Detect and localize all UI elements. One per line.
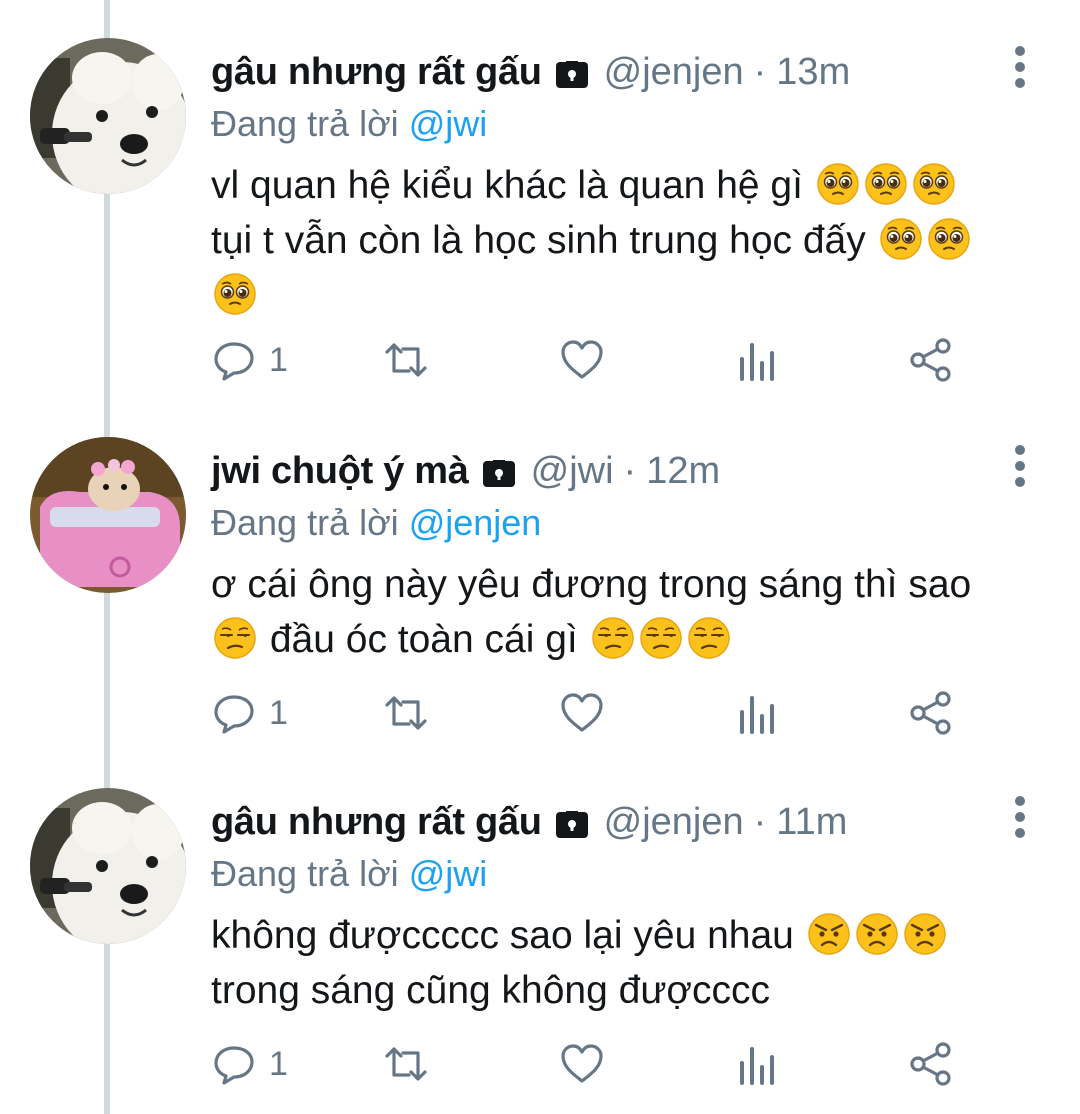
replying-to: Đang trả lời @jwi	[211, 850, 1040, 898]
author-handle[interactable]: @jwi	[531, 450, 614, 493]
angry-face-emoji	[807, 912, 851, 956]
separator-dot: ·	[753, 50, 767, 93]
reply-button[interactable]: 1	[211, 683, 288, 743]
action-bar: 1	[211, 683, 971, 743]
pleading-face-emoji	[864, 162, 908, 206]
pleading-face-emoji	[927, 217, 971, 261]
angry-face-emoji	[855, 912, 899, 956]
share-icon	[910, 1042, 951, 1086]
tweet-text-line-1: ơ cái ông này yêu đương trong sáng thì s…	[211, 563, 972, 606]
pleading-face-emoji	[816, 162, 860, 206]
separator-dot: ·	[753, 800, 767, 843]
tweet-text-line-2: đầu óc toàn cái gì	[269, 618, 578, 661]
tweet-text-line-1: không đượccccc sao lại yêu nhau	[211, 914, 794, 957]
avatar-dog[interactable]	[30, 38, 186, 194]
unamused-face-emoji	[591, 616, 635, 660]
author-handle[interactable]: @jenjen	[604, 801, 744, 844]
share-button[interactable]	[908, 1034, 954, 1094]
tweet-text: không đượccccc sao lại yêu nhau trong sá…	[211, 908, 1040, 1018]
replying-to-mention[interactable]: @jwi	[409, 853, 488, 894]
replying-to-label: Đang trả lời	[211, 502, 399, 543]
retweet-button[interactable]	[383, 1034, 429, 1094]
replying-to: Đang trả lời @jenjen	[211, 499, 1040, 547]
tweet-text-line-2: tụi t vẫn còn là học sinh trung học đấy	[211, 219, 866, 262]
author-name[interactable]: jwi chuột ý mà	[211, 450, 469, 493]
more-options-icon[interactable]	[1000, 44, 1040, 90]
analytics-button[interactable]	[735, 1034, 781, 1094]
retweet-button[interactable]	[383, 683, 429, 743]
like-button[interactable]	[559, 1034, 605, 1094]
reply-button[interactable]: 1	[211, 1034, 288, 1094]
replying-to: Đang trả lời @jwi	[211, 100, 1040, 148]
author-name[interactable]: gâu nhưng rất gấu	[211, 801, 542, 844]
pleading-face-emoji	[912, 162, 956, 206]
share-button[interactable]	[908, 683, 954, 743]
reply-count: 1	[269, 340, 288, 379]
like-icon	[561, 693, 603, 732]
retweet-icon	[385, 696, 427, 730]
pleading-face-emoji	[213, 272, 257, 316]
tweet-text: vl quan hệ kiểu khác là quan hệ gì tụi t…	[211, 158, 1040, 323]
like-button[interactable]	[559, 330, 605, 390]
author-name[interactable]: gâu nhưng rất gấu	[211, 51, 542, 94]
analytics-icon	[740, 343, 774, 381]
retweet-icon	[385, 1047, 427, 1081]
analytics-icon	[740, 1047, 774, 1085]
lock-icon	[552, 802, 592, 842]
lock-icon	[479, 451, 519, 491]
avatar-dog[interactable]	[30, 788, 186, 944]
pleading-face-emoji	[879, 217, 923, 261]
tweet-text: ơ cái ông này yêu đương trong sáng thì s…	[211, 557, 1040, 667]
more-options-icon[interactable]	[1000, 794, 1040, 840]
timestamp[interactable]: 12m	[646, 450, 720, 493]
analytics-button[interactable]	[735, 683, 781, 743]
reply-count: 1	[269, 693, 288, 732]
unamused-face-emoji	[687, 616, 731, 660]
replying-to-label: Đang trả lời	[211, 853, 399, 894]
tweet-text-line-1: vl quan hệ kiểu khác là quan hệ gì	[211, 164, 803, 207]
share-icon	[910, 338, 951, 382]
lock-icon	[552, 52, 592, 92]
timestamp[interactable]: 11m	[776, 801, 847, 844]
like-icon	[561, 340, 603, 379]
angry-face-emoji	[903, 912, 947, 956]
analytics-button[interactable]	[735, 330, 781, 390]
tweet-text-line-2: trong sáng cũng không đượcccc	[211, 969, 771, 1012]
timestamp[interactable]: 13m	[776, 51, 850, 94]
retweet-icon	[385, 343, 427, 377]
unamused-face-emoji	[213, 616, 257, 660]
share-icon	[910, 691, 951, 735]
more-options-icon[interactable]	[1000, 443, 1040, 489]
like-button[interactable]	[559, 683, 605, 743]
reply-icon	[214, 695, 254, 734]
author-handle[interactable]: @jenjen	[604, 51, 744, 94]
action-bar: 1	[211, 1034, 971, 1094]
reply-button[interactable]: 1	[211, 330, 288, 390]
reply-count: 1	[269, 1044, 288, 1083]
like-icon	[561, 1044, 603, 1083]
avatar-hamster[interactable]	[30, 437, 186, 593]
reply-icon	[214, 1046, 254, 1085]
replying-to-label: Đang trả lời	[211, 103, 399, 144]
unamused-face-emoji	[639, 616, 683, 660]
analytics-icon	[740, 696, 774, 734]
retweet-button[interactable]	[383, 330, 429, 390]
share-button[interactable]	[908, 330, 954, 390]
replying-to-mention[interactable]: @jenjen	[409, 502, 542, 543]
reply-icon	[214, 342, 254, 381]
separator-dot: ·	[623, 449, 637, 492]
replying-to-mention[interactable]: @jwi	[409, 103, 488, 144]
action-bar: 1	[211, 330, 971, 390]
